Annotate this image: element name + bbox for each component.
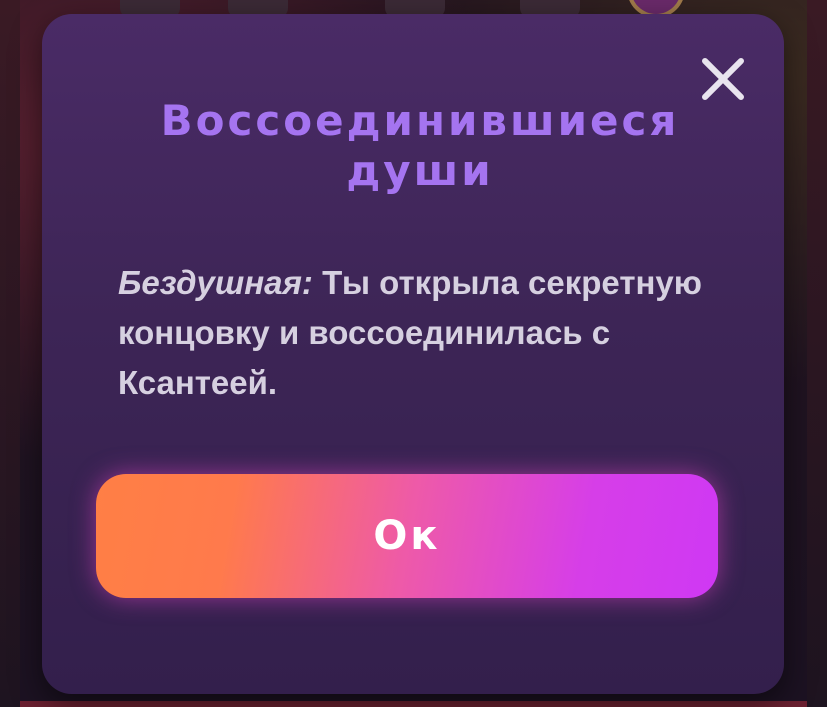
achievement-name: Бездушная: [118, 264, 313, 301]
background-bottom-border [20, 701, 807, 707]
background-right-edge [807, 0, 827, 707]
ok-button-label: Ок [373, 513, 441, 559]
dialog-title: Воссоединившиеся души [160, 96, 680, 195]
ok-button[interactable]: Ок [96, 474, 718, 598]
background-left-edge [0, 0, 20, 707]
dialog-message: Бездушная: Ты открыла секретную концовку… [118, 258, 718, 408]
